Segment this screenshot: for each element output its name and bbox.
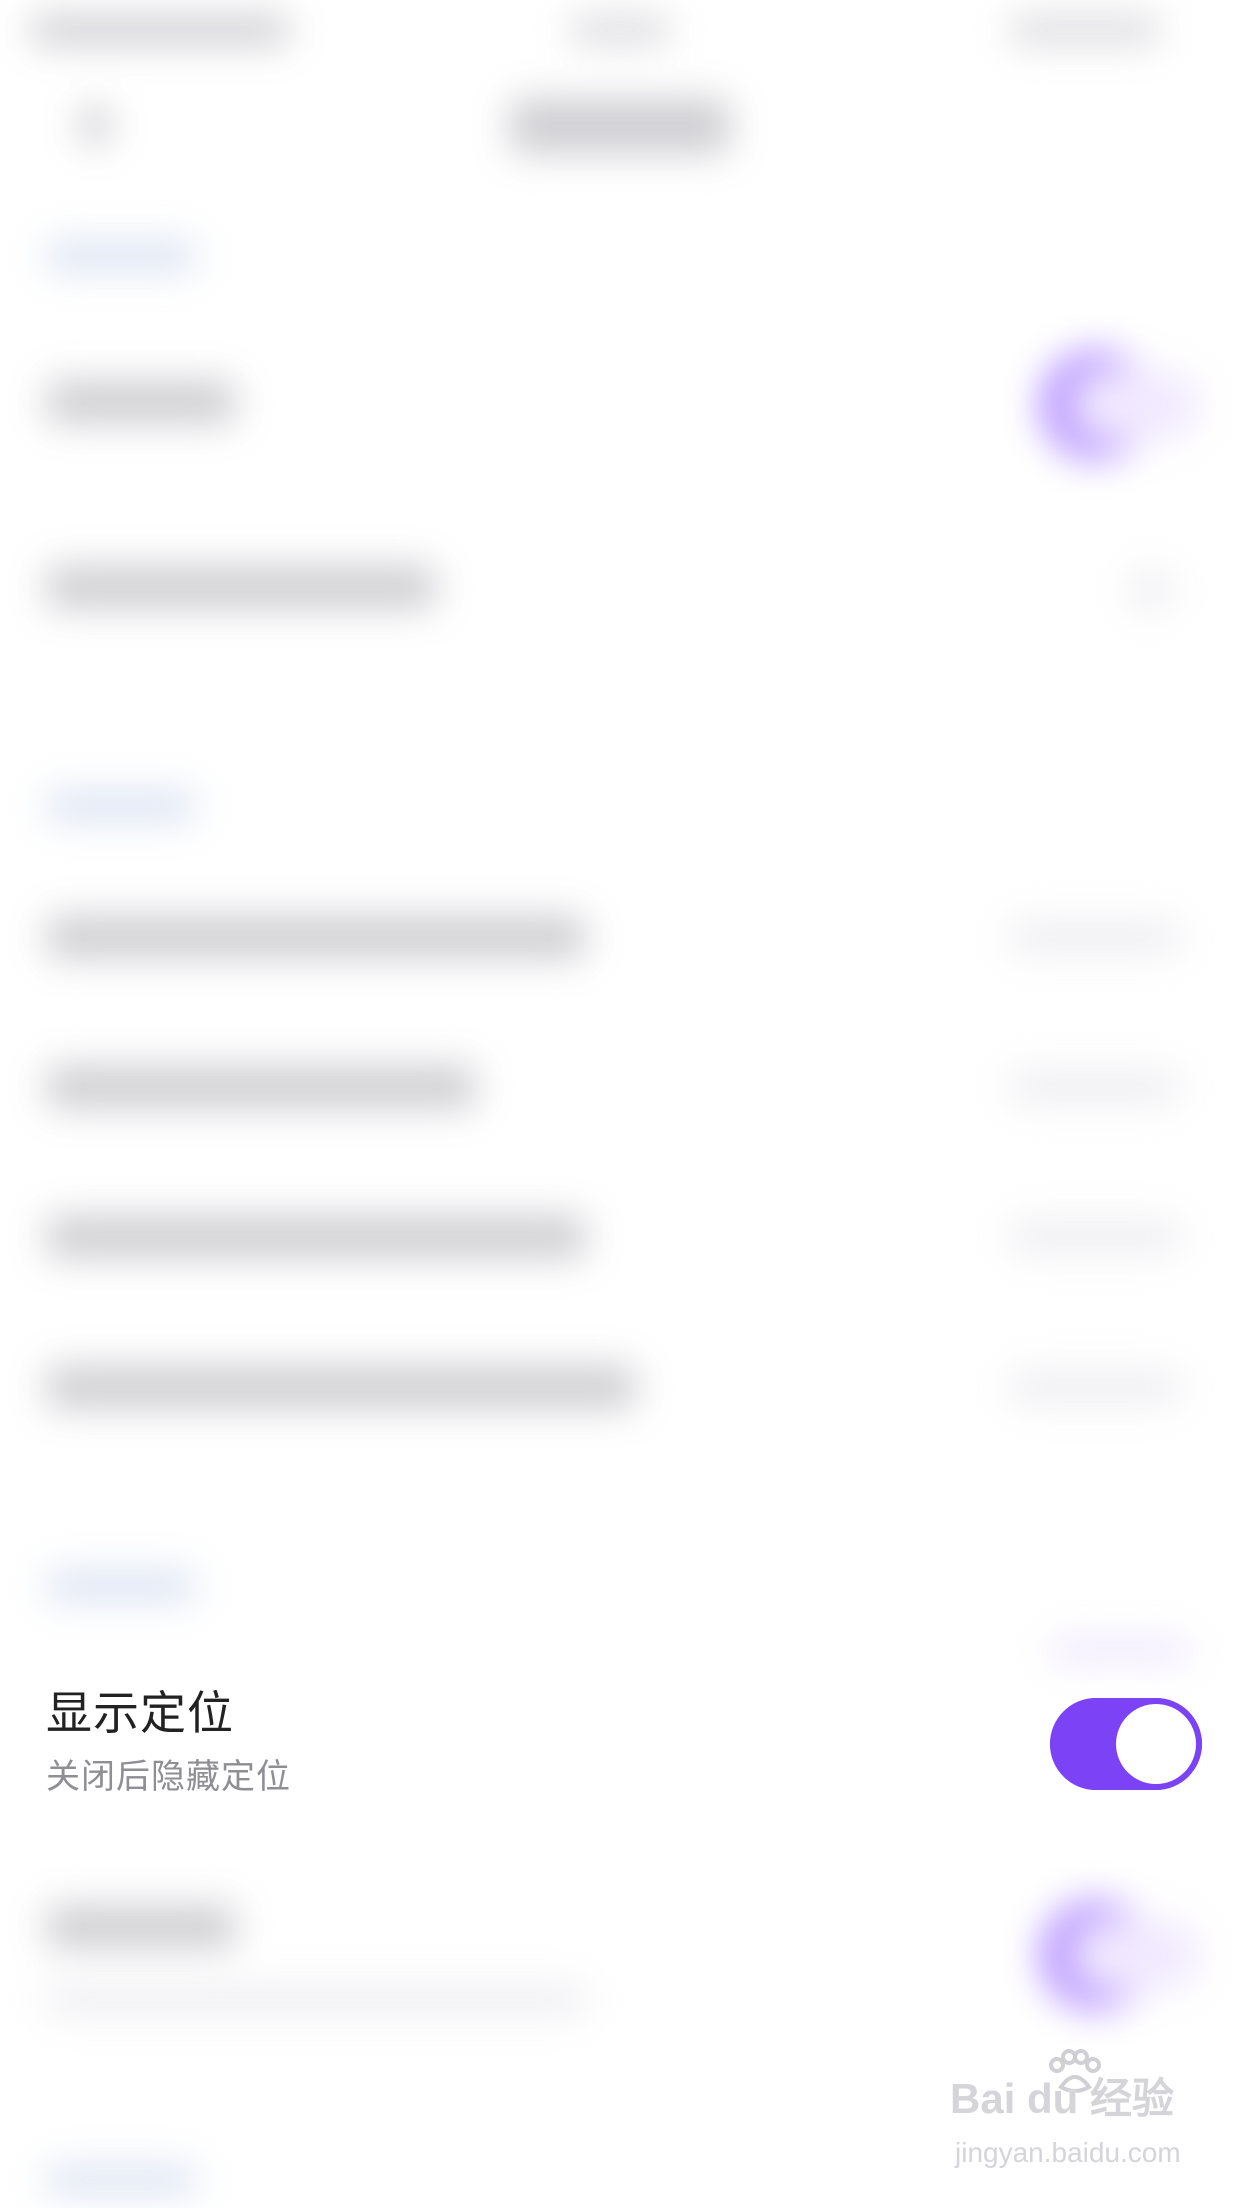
toggle-track-blurred xyxy=(1070,370,1200,440)
settings-page: 显示定位 关闭后隐藏定位 Bai du 经验 jingyan.baidu.com xyxy=(0,0,1242,2208)
row-value-blurred xyxy=(1010,1370,1180,1404)
back-icon[interactable] xyxy=(80,105,110,145)
section-accent-blurred xyxy=(1050,1640,1190,1660)
status-bar-left xyxy=(30,15,290,45)
section-header-blurred xyxy=(46,240,196,272)
row-label-blurred xyxy=(46,915,586,959)
row-value-blurred xyxy=(1010,920,1180,954)
page-title-blurred xyxy=(510,98,730,154)
toggle-knob xyxy=(1116,1704,1196,1784)
blurred-background-content xyxy=(0,0,1242,2208)
baidu-jingyan-watermark: Bai du 经验 jingyan.baidu.com xyxy=(950,2049,1220,2185)
toggle-track-blurred xyxy=(1070,1920,1200,1990)
show-location-setting-row: 显示定位 关闭后隐藏定位 xyxy=(0,1665,1242,1805)
section-header-blurred xyxy=(46,790,196,822)
show-location-toggle[interactable] xyxy=(1050,1698,1202,1790)
status-bar-right xyxy=(1010,15,1160,45)
row-label-blurred xyxy=(46,1365,636,1409)
row-subtitle-blurred xyxy=(46,1985,586,2015)
section-header-blurred xyxy=(46,1570,196,1602)
row-value-blurred xyxy=(1010,1070,1180,1104)
show-location-title: 显示定位 xyxy=(46,1686,234,1740)
watermark-brand: Bai du 经验 xyxy=(950,2075,1175,2122)
row-label-blurred xyxy=(46,1065,476,1109)
row-label-blurred xyxy=(46,565,436,609)
watermark-url: jingyan.baidu.com xyxy=(955,2137,1181,2168)
section-header-blurred xyxy=(46,2165,196,2195)
show-location-subtitle: 关闭后隐藏定位 xyxy=(46,1757,291,1797)
row-label-blurred xyxy=(46,380,236,424)
row-label-blurred xyxy=(46,1905,236,1949)
status-bar-center xyxy=(570,15,670,45)
row-value-blurred xyxy=(1010,1220,1180,1254)
chevron-icon xyxy=(1130,570,1170,610)
row-label-blurred xyxy=(46,1215,586,1259)
